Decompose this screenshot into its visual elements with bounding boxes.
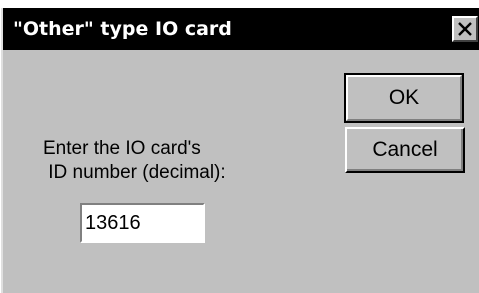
prompt-line-1: Enter the IO card's [43, 138, 201, 159]
prompt-line-2: ID number (decimal): [43, 162, 226, 183]
dialog-title: "Other" type IO card [13, 18, 232, 40]
io-card-dialog: "Other" type IO card OK Cancel Enter the… [1, 8, 479, 293]
ok-button-label: OK [346, 75, 462, 121]
close-icon [458, 22, 472, 36]
ok-button[interactable]: OK [344, 73, 464, 123]
cancel-button[interactable]: Cancel [345, 127, 465, 173]
id-number-input[interactable] [80, 203, 205, 243]
close-button[interactable] [452, 16, 478, 42]
id-prompt-label: Enter the IO card's ID number (decimal): [43, 137, 303, 185]
title-bar[interactable]: "Other" type IO card [3, 8, 479, 50]
cancel-button-label: Cancel [372, 138, 438, 161]
